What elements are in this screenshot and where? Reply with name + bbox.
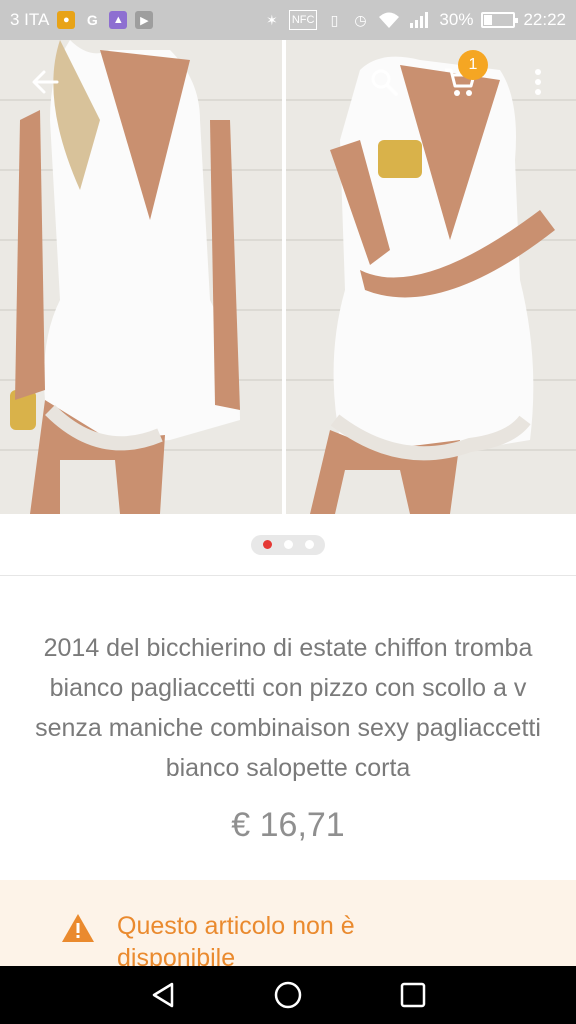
image-pager-row bbox=[0, 514, 576, 576]
product-title: 2014 del bicchierino di estate chiffon t… bbox=[35, 634, 541, 782]
unavailable-notice: Questo articolo non è disponibile bbox=[0, 880, 576, 972]
nav-recents-icon bbox=[401, 982, 426, 1008]
overflow-menu-button[interactable] bbox=[512, 56, 564, 108]
play-store-icon: ▶ bbox=[135, 11, 154, 29]
chart-app-icon: ▲ bbox=[109, 11, 128, 29]
alarm-icon: ◷ bbox=[354, 11, 367, 28]
more-vert-icon bbox=[535, 69, 541, 95]
unavailable-message: Questo articolo non è disponibile bbox=[117, 912, 355, 972]
nav-back-icon bbox=[152, 982, 173, 1008]
back-button[interactable] bbox=[19, 56, 71, 108]
nav-back-button[interactable] bbox=[141, 973, 185, 1017]
nfc-icon: NFC bbox=[288, 10, 318, 30]
signal-icon bbox=[409, 10, 431, 30]
lock-app-icon: ● bbox=[57, 11, 76, 29]
carrier-label: 3 ITA bbox=[10, 10, 50, 29]
google-icon: G bbox=[86, 12, 98, 28]
product-screen: 3 ITA ● G ▲ ▶ ✶ NFC ▯ ◷ 30% 22:22 1 2014… bbox=[0, 0, 576, 1024]
pager-dot[interactable] bbox=[283, 540, 293, 549]
wifi-icon bbox=[377, 10, 401, 30]
pager-dot[interactable] bbox=[262, 540, 272, 549]
vibrate-icon: ▯ bbox=[330, 11, 339, 28]
bluetooth-icon: ✶ bbox=[265, 11, 278, 28]
battery-fill bbox=[484, 15, 493, 25]
back-arrow-icon bbox=[32, 70, 59, 94]
image-toolbar: 1 bbox=[0, 40, 576, 128]
image-pager[interactable] bbox=[251, 534, 325, 555]
search-button[interactable] bbox=[358, 56, 410, 108]
nav-home-button[interactable] bbox=[266, 973, 310, 1017]
clock: 22:22 bbox=[523, 10, 566, 29]
nav-recents-button[interactable] bbox=[391, 973, 435, 1017]
battery-percent: 30% bbox=[439, 10, 474, 29]
pager-dot[interactable] bbox=[304, 540, 314, 549]
status-bar-left: 3 ITA ● G ▲ ▶ bbox=[10, 10, 154, 30]
status-bar-right: ✶ NFC ▯ ◷ 30% 22:22 bbox=[263, 10, 566, 30]
cart-count-badge: 1 bbox=[458, 50, 488, 80]
product-price: € 16,71 bbox=[231, 806, 345, 844]
status-bar: 3 ITA ● G ▲ ▶ ✶ NFC ▯ ◷ 30% 22:22 bbox=[0, 0, 576, 40]
warning-icon bbox=[62, 914, 94, 942]
system-nav-bar bbox=[0, 966, 576, 1024]
search-icon bbox=[371, 69, 398, 96]
battery-icon bbox=[481, 12, 519, 28]
cart-button[interactable]: 1 bbox=[434, 50, 488, 108]
nav-home-icon bbox=[274, 981, 302, 1009]
